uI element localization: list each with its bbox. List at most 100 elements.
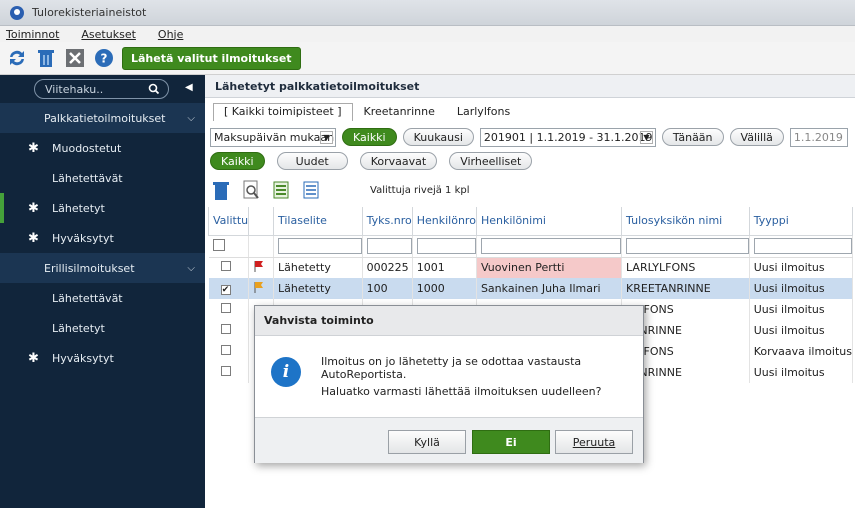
- no-button[interactable]: Ei: [472, 430, 550, 454]
- date-input[interactable]: 1.1.2019: [789, 127, 848, 147]
- selected-rows-info: Valittuja rivejä 1 kpl: [370, 184, 470, 196]
- trash-icon[interactable]: [35, 47, 57, 69]
- chevron-down-icon: ▼: [320, 130, 333, 144]
- tab-kreetanrinne[interactable]: Kreetanrinne: [353, 103, 446, 121]
- refresh-icon[interactable]: [6, 47, 28, 69]
- tab-all-units[interactable]: [ Kaikki toimipisteet ]: [213, 103, 353, 121]
- tyks-cell: 000225: [362, 257, 413, 278]
- filter-input[interactable]: [366, 238, 412, 254]
- preview-icon[interactable]: [240, 179, 262, 201]
- send-selected-button[interactable]: Lähetä valitut ilmoitukset: [122, 46, 301, 70]
- filter-input[interactable]: [626, 238, 749, 254]
- select-all-icon[interactable]: [270, 179, 292, 201]
- cancel-button[interactable]: Peruuta: [555, 430, 633, 454]
- status-invalid-button[interactable]: Virheelliset: [449, 152, 533, 170]
- menu-toiminnot[interactable]: Toiminnot: [6, 28, 59, 41]
- sidebar-item-label: Muodostetut: [52, 141, 122, 155]
- table-header-row: Valittu Tilaselite Tyks.nro Henkilönro H…: [207, 207, 854, 236]
- column-header[interactable]: Tilaselite: [273, 207, 363, 236]
- red-flag-icon: [253, 261, 265, 275]
- menu-asetukset[interactable]: Asetukset: [81, 28, 136, 41]
- row-checkbox[interactable]: [220, 324, 231, 334]
- title-bar: Tulorekisteriaineistot: [0, 0, 855, 26]
- row-checkbox[interactable]: [220, 303, 231, 313]
- yes-button[interactable]: Kyllä: [388, 430, 466, 454]
- type-cell: Uusi ilmoitus: [749, 299, 854, 320]
- column-header[interactable]: [248, 207, 274, 236]
- sidebar: Viitehaku.. ◀ Palkkatietoilmoitukset ⌵ ✱…: [0, 75, 205, 508]
- section-erillisilmoitukset[interactable]: Erillisilmoitukset ⌵: [0, 253, 205, 283]
- window-title: Tulorekisteriaineistot: [32, 6, 147, 19]
- collapse-sidebar-icon[interactable]: ◀: [185, 82, 193, 93]
- column-header[interactable]: Valittu: [207, 207, 250, 236]
- status-new-button[interactable]: Uudet: [276, 152, 348, 170]
- sidebar-item-label: Lähetetyt: [52, 201, 105, 215]
- dialog-button-bar: Kyllä Ei Peruuta: [255, 417, 643, 463]
- column-header[interactable]: Tyyppi: [748, 207, 854, 236]
- sidebar-item-lahetetyt[interactable]: ✱ Lähetetyt: [0, 193, 205, 223]
- sidebar-item-erillis-hyvaksytyt[interactable]: ✱ Hyväksytyt: [0, 343, 205, 373]
- deselect-all-icon[interactable]: [300, 179, 322, 201]
- filter-input[interactable]: [416, 238, 476, 254]
- period-month-button[interactable]: Kuukausi: [402, 128, 474, 146]
- app-icon: [10, 5, 24, 20]
- section-label: Palkkatietoilmoitukset: [44, 111, 166, 125]
- search-placeholder: Viitehaku..: [45, 82, 104, 96]
- column-header[interactable]: Tulosyksikön nimi: [621, 207, 750, 236]
- type-cell: Korvaava ilmoitus: [749, 341, 854, 362]
- sidebar-item-erillis-lahetettavat[interactable]: Lähetettävät: [0, 283, 205, 313]
- section-palkkatietoilmoitukset[interactable]: Palkkatietoilmoitukset ⌵: [0, 103, 205, 133]
- today-button[interactable]: Tänään: [661, 128, 724, 146]
- close-icon[interactable]: [64, 47, 86, 69]
- column-header[interactable]: Henkilönro: [411, 207, 477, 236]
- date-filter-row: Maksupäivän mukaan ▼ Kaikki Kuukausi 201…: [210, 126, 848, 148]
- filter-checkbox[interactable]: [212, 238, 225, 251]
- column-header[interactable]: Tyks.nro: [361, 207, 413, 236]
- type-cell: Uusi ilmoitus: [749, 257, 854, 278]
- row-checkbox[interactable]: ✔: [220, 285, 231, 295]
- asterisk-icon: ✱: [28, 230, 39, 246]
- page-title: Lähetetyt palkkatietoilmoitukset: [205, 75, 855, 98]
- search-icon[interactable]: [148, 83, 160, 98]
- filter-input[interactable]: [480, 238, 622, 254]
- date-input-value: 1.1.2019: [793, 130, 843, 144]
- menu-ohje[interactable]: Ohje: [158, 28, 183, 41]
- tyks-cell: 100: [362, 278, 413, 299]
- sidebar-item-muodostetut[interactable]: ✱ Muodostetut: [0, 133, 205, 163]
- toolbar: ? Lähetä valitut ilmoitukset: [0, 42, 855, 75]
- menu-bar: Toiminnot Asetukset Ohje: [0, 26, 855, 42]
- dialog-question: Haluatko varmasti lähettää ilmoituksen u…: [321, 385, 602, 398]
- filter-input[interactable]: [278, 238, 362, 254]
- month-select[interactable]: 201901 | 1.1.2019 - 31.1.2019 ▼: [479, 127, 656, 147]
- table-row[interactable]: Lähetetty 000225 1001 Vuovinen Pertti LA…: [208, 257, 854, 278]
- filter-input[interactable]: [753, 238, 852, 254]
- table-row[interactable]: ✔ Lähetetty 100 1000 Sankainen Juha Ilma…: [208, 278, 854, 299]
- search-input[interactable]: Viitehaku..: [34, 79, 169, 99]
- range-button[interactable]: Välillä: [729, 128, 784, 146]
- row-checkbox[interactable]: [220, 261, 231, 272]
- grid-actions: Valittuja rivejä 1 kpl: [210, 176, 850, 204]
- status-all-button[interactable]: Kaikki: [210, 152, 265, 170]
- help-icon[interactable]: ?: [93, 47, 115, 69]
- sort-select[interactable]: Maksupäivän mukaan ▼: [210, 127, 336, 147]
- tab-larlylfons[interactable]: Larlylfons: [446, 103, 521, 121]
- asterisk-icon: ✱: [28, 350, 39, 366]
- unit-tabs: [ Kaikki toimipisteet ] Kreetanrinne Lar…: [213, 103, 521, 121]
- sidebar-item-label: Lähetetyt: [52, 321, 105, 335]
- row-checkbox[interactable]: [220, 345, 231, 355]
- period-all-button[interactable]: Kaikki: [342, 128, 397, 146]
- sidebar-item-erillis-lahetetyt[interactable]: Lähetetyt: [0, 313, 205, 343]
- sidebar-item-hyvaksytyt[interactable]: ✱ Hyväksytyt: [0, 223, 205, 253]
- status-replacing-button[interactable]: Korvaavat: [359, 152, 438, 170]
- status-cell: Lähetetty: [273, 257, 363, 278]
- asterisk-icon: ✱: [28, 140, 39, 156]
- column-header[interactable]: Henkilönimi: [475, 207, 623, 236]
- sidebar-item-lahetettavat[interactable]: Lähetettävät: [0, 163, 205, 193]
- sidebar-item-label: Lähetettävät: [52, 291, 123, 305]
- row-checkbox[interactable]: [220, 366, 231, 376]
- person-name-cell: Sankainen Juha Ilmari: [476, 278, 623, 299]
- info-icon: i: [271, 357, 301, 387]
- sidebar-item-label: Lähetettävät: [52, 171, 123, 185]
- trash-icon[interactable]: [210, 179, 232, 201]
- status-cell: Lähetetty: [273, 278, 363, 299]
